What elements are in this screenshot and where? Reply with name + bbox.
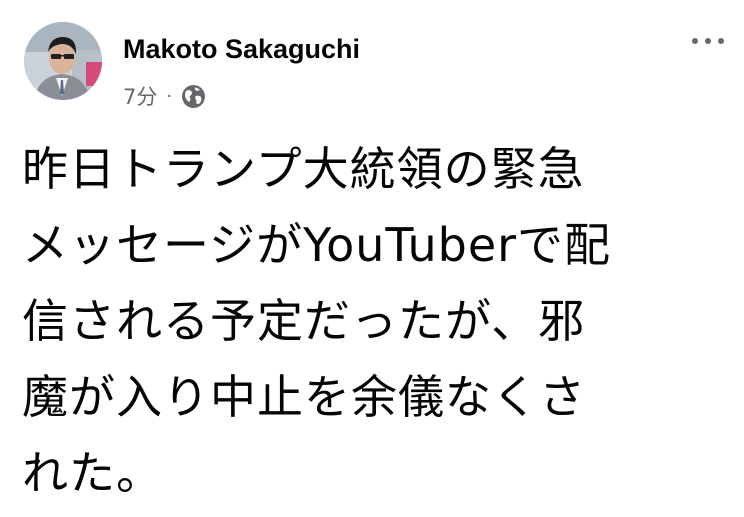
author-name[interactable]: Makoto Sakaguchi [123, 32, 360, 66]
post-meta: 7分 · [123, 82, 206, 110]
post-text-line: 信される予定だったが、邪 [22, 294, 586, 348]
post-text-line: 昨日トランプ大統領の緊急 [22, 142, 585, 196]
post-body: 昨日トランプ大統領の緊急 メッセージがYouTuberで配 信される予定だったが… [22, 131, 727, 511]
more-options-icon[interactable] [692, 33, 724, 49]
author-avatar[interactable] [24, 22, 102, 100]
post-text-line: れた。 [22, 446, 163, 500]
facebook-post: Makoto Sakaguchi 7分 · 昨日トランプ大統領の緊急 メッセージ… [0, 0, 744, 517]
globe-icon[interactable] [181, 84, 206, 109]
more-dot [718, 38, 724, 44]
more-dot [692, 38, 698, 44]
post-text-line: メッセージがYouTuberで配 [22, 218, 612, 272]
post-text-line: 魔が入り中止を余儀なくさ [22, 370, 586, 424]
post-timestamp[interactable]: 7分 [123, 81, 157, 111]
avatar-photo [24, 22, 102, 100]
meta-separator: · [166, 85, 173, 107]
more-dot [705, 38, 711, 44]
